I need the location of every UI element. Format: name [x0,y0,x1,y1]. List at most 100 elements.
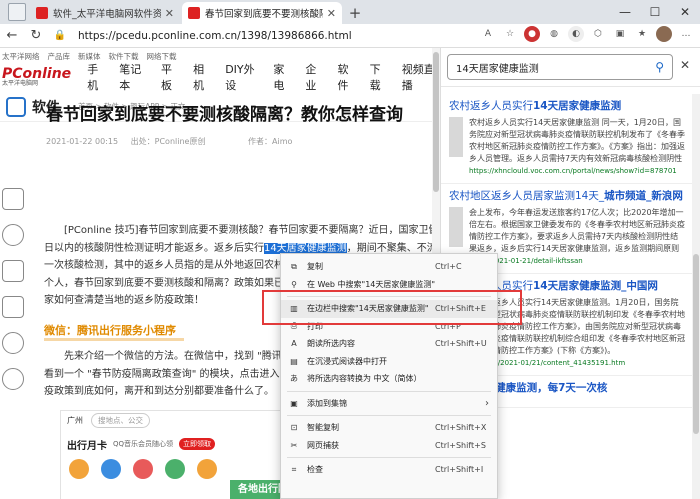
topnav-link[interactable]: 太平洋网络 [2,51,40,62]
menu-item-shortcut: Ctrl+Shift+X [435,423,487,433]
menu-item-read-aloud[interactable]: A 朗读所选内容 Ctrl+Shift+U [281,335,497,353]
nav-link[interactable]: 家电 [273,61,292,93]
search-icon[interactable]: ⚲ [655,60,664,74]
comment-icon[interactable] [2,188,24,210]
close-icon[interactable]: ✕ [680,58,690,72]
result-thumbnail [449,207,463,247]
back-icon[interactable]: ← [0,28,24,43]
embedded-icon [133,459,153,479]
read-aloud-icon: A [291,339,297,349]
result-title[interactable]: 农村地区返乡人员居家监测14天_城市频道_新浪网 [449,188,685,203]
article-author: 作者：Aimo [248,137,293,146]
thumbs-up-icon[interactable] [2,260,24,282]
result-url[interactable]: cn/news/2021-01/21/content_41435191.htm [469,359,685,367]
search-result[interactable]: 农村返乡人员实行14天居家健康监测 农村返乡人员实行14天居家健康监测 同一天，… [441,94,693,184]
sidebar-scrollbar[interactable] [692,94,700,499]
nav-link[interactable]: 企业 [305,61,324,93]
translate-icon[interactable]: A [480,26,496,42]
result-url[interactable]: fccdh/2021-01-21/detail-ikftssan [469,257,685,265]
menu-item-label: 在沉浸式阅读器中打开 [307,356,387,366]
menu-item-translate[interactable]: あ 将所选内容转换为 中文（简体） [281,370,497,388]
result-snippet: 农村返乡人员实行14天居家健康监测 同一天，1月20日，国务院应对新型冠状病毒肺… [469,118,685,163]
menu-separator [287,390,491,392]
menu-item-shortcut: Ctrl+Shift+S [435,440,486,450]
menu-item-inspect[interactable]: ⌗ 检查 Ctrl+Shift+I [281,461,497,479]
text-run: 日以内的核酸阴性检测证明才能返乡。返乡后实行 [44,242,264,254]
divider [441,86,700,87]
favorites-star-icon[interactable]: ☆ [502,26,518,42]
site-logo[interactable]: PConline 太平洋电脑网 [2,67,71,87]
menu-item-web-capture[interactable]: ✂ 网页捕获 Ctrl+Shift+S [281,437,497,455]
copy-icon: ⧉ [291,261,297,271]
result-url[interactable]: https://xhnclould.voc.com.cn/portal/news… [469,167,685,175]
collections-icon[interactable]: ▣ [612,26,628,42]
embedded-badge: 立即领取 [179,438,216,450]
refresh-icon[interactable]: ↻ [24,28,48,43]
extension-icon[interactable]: ● [524,26,540,42]
share-toolbar [0,188,26,404]
tab-title: 软件_太平洋电脑网软件资讯频道 [53,9,161,20]
nav-link[interactable]: DIY外设 [225,61,260,93]
nav-link[interactable]: 平板 [161,61,180,93]
extension-icon[interactable]: ◍ [546,26,562,42]
extension-icon[interactable]: ◐ [568,26,584,42]
menu-item-label: 在 Web 中搜索"14天居家健康监测" [307,279,435,289]
lock-icon[interactable]: 🔒 [48,30,72,41]
tab-actions-icon[interactable] [8,3,26,21]
close-window-button[interactable]: ✕ [670,0,700,24]
embedded-search: 搜地点、公交 [91,412,150,428]
embedded-city: 广州 [67,415,83,425]
favorites-icon[interactable]: ★ [634,26,650,42]
embedded-icon [101,459,121,479]
section-subheading: 微信：腾讯出行服务小程序 [44,324,176,337]
menu-item-shortcut: Ctrl+C [435,262,462,272]
nav-link[interactable]: 手机 [87,61,106,93]
minimize-button[interactable]: — [610,0,640,24]
software-section-icon [6,96,26,117]
collections-icon: ▣ [290,398,298,408]
sidebar-search-input[interactable]: 14天居家健康监测 ⚲ [447,54,673,80]
highlight-annotation-box [262,290,522,325]
scrollbar-thumb[interactable] [693,254,699,434]
close-icon[interactable]: ✕ [327,7,336,20]
menu-item-shortcut: Ctrl+Shift+I [435,465,484,475]
menu-item-smart-copy[interactable]: ⊡ 智能复制 Ctrl+Shift+X [281,419,497,437]
profile-avatar[interactable] [656,26,672,42]
more-icon[interactable]: … [678,26,694,42]
nav-link[interactable]: 下载 [370,61,389,93]
close-icon[interactable]: ✕ [165,7,174,20]
toolbar-icons: A ☆ ● ◍ ◐ ⬡ ▣ ★ … [480,26,694,42]
nav-link[interactable]: 笔记本 [119,61,148,93]
result-thumbnail [449,117,463,157]
article-headline: 春节回家到底要不要测核酸隔离？教你怎样查询 [46,105,403,125]
topnav-link[interactable]: 产品库 [48,51,71,62]
weibo-icon[interactable] [2,332,24,354]
menu-item-collections[interactable]: ▣ 添加到集锦 › [281,395,497,413]
embedded-header: 广州 搜地点、公交 [61,411,299,429]
main-nav: 手机 笔记本 平板 相机 DIY外设 家电 企业 软件 下载 视频直播 [87,61,440,93]
embedded-brand: 出行月卡 [67,440,107,452]
menu-item-shortcut: Ctrl+Shift+U [435,339,487,349]
like-icon[interactable] [2,224,24,246]
nav-link[interactable]: 相机 [193,61,212,93]
menu-item-immersive-reader[interactable]: ▤ 在沉浸式阅读器中打开 [281,353,497,371]
nav-link[interactable]: 软件 [338,61,357,93]
text-run: ，期间不聚集、不流动 [346,242,440,254]
wechat-icon[interactable] [2,296,24,318]
selected-text[interactable]: 14天居家健康监测 [264,242,347,254]
tab-strip: 软件_太平洋电脑网软件资讯频道 ✕ 春节回家到底要不要测核酸隔离 ✕ + [0,0,700,24]
maximize-button[interactable]: ☐ [640,0,670,24]
tab-inactive[interactable]: 软件_太平洋电脑网软件资讯频道 ✕ [30,2,180,24]
address-field[interactable]: https://pcedu.pconline.com.cn/1398/13986… [78,30,352,42]
tab-active[interactable]: 春节回家到底要不要测核酸隔离 ✕ [182,2,342,24]
menu-item-copy[interactable]: ⧉ 复制 Ctrl+C [281,258,497,276]
pconline-favicon [36,7,48,19]
result-title[interactable]: 农村返乡人员实行14天居家健康监测 [449,98,685,113]
menu-item-label: 复制 [307,262,323,272]
extension-icon[interactable]: ⬡ [590,26,606,42]
paragraph-line: [PConline 技巧]春节回家到底要不要测核酸？春节回家要不要隔离？近日，国… [64,225,440,236]
scrollbar-thumb[interactable] [433,52,439,192]
menu-separator [287,457,491,458]
new-tab-button[interactable]: + [344,2,366,24]
star-icon[interactable] [2,368,24,390]
